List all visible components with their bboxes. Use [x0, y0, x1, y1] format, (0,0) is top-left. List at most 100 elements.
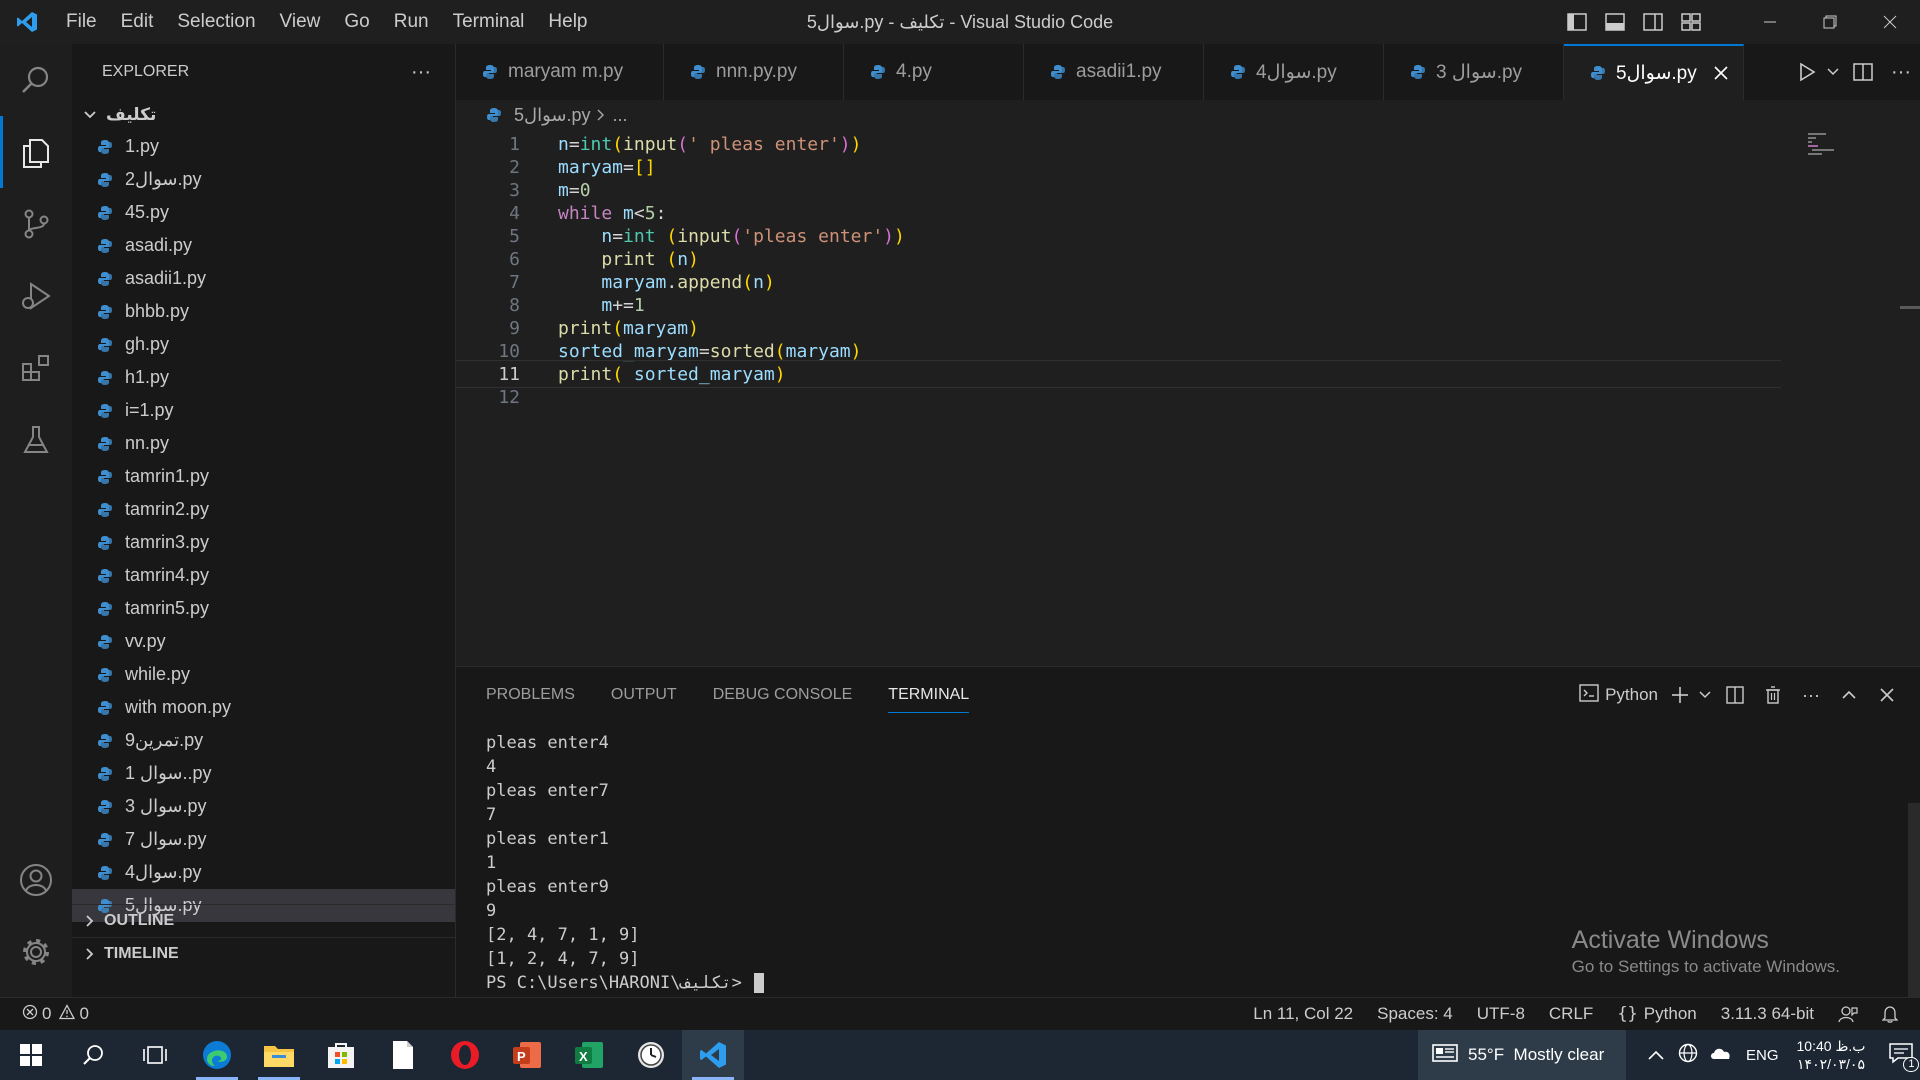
menu-file[interactable]: File	[54, 0, 109, 44]
clock[interactable]: 10:40 ب.ظ ۱۴۰۲/۰۳/۰۵	[1787, 1037, 1876, 1073]
file-item[interactable]: while.py	[72, 658, 455, 691]
file-item[interactable]: h1.py	[72, 361, 455, 394]
menu-edit[interactable]: Edit	[109, 0, 166, 44]
onedrive-network-icon[interactable]	[1710, 1045, 1732, 1065]
file-item[interactable]: asadii1.py	[72, 262, 455, 295]
customize-layout-icon[interactable]	[1672, 0, 1710, 44]
workspace-folder[interactable]: تکلیف	[72, 100, 455, 130]
more-actions-icon[interactable]: ···	[1792, 667, 1830, 723]
store-icon[interactable]	[310, 1030, 372, 1080]
minimize-icon[interactable]	[1740, 0, 1800, 44]
editor-tab[interactable]: asadii1.py	[1024, 44, 1204, 100]
menu-go[interactable]: Go	[332, 0, 381, 44]
account-icon[interactable]	[0, 844, 72, 916]
breadcrumb-file[interactable]: 5سوال.py	[514, 105, 591, 126]
split-terminal-icon[interactable]	[1716, 667, 1754, 723]
problems-status[interactable]: 0 0	[0, 998, 101, 1031]
encoding[interactable]: UTF-8	[1465, 998, 1537, 1031]
search-icon[interactable]	[0, 44, 72, 116]
breadcrumb-symbol[interactable]: ...	[613, 105, 628, 126]
vscode-icon[interactable]	[682, 1030, 744, 1080]
run-debug-icon[interactable]	[0, 260, 72, 332]
file-item[interactable]: asadi.py	[72, 229, 455, 262]
file-item[interactable]: 7 سوال.py	[72, 823, 455, 856]
editor-tab[interactable]: 4.py	[844, 44, 1024, 100]
file-item[interactable]: 1.py	[72, 130, 455, 163]
close-window-icon[interactable]	[1860, 0, 1920, 44]
menu-help[interactable]: Help	[536, 0, 599, 44]
file-item[interactable]: 4سوال.py	[72, 856, 455, 889]
file-item[interactable]: vv.py	[72, 625, 455, 658]
testing-icon[interactable]	[0, 404, 72, 476]
input-language[interactable]: ENG	[1746, 1047, 1779, 1064]
clock-app-icon[interactable]	[620, 1030, 682, 1080]
file-item[interactable]: tamrin5.py	[72, 592, 455, 625]
editor-tab[interactable]: 4سوال.py	[1204, 44, 1384, 100]
feedback-icon[interactable]	[1826, 998, 1870, 1031]
code-editor[interactable]: 1 n=int(input(' pleas enter')) 2 maryam=…	[456, 130, 1920, 666]
trash-icon[interactable]	[1754, 667, 1792, 723]
source-control-icon[interactable]	[0, 188, 72, 260]
settings-gear-icon[interactable]	[0, 916, 72, 988]
notification-center-icon[interactable]: 1	[1889, 1042, 1920, 1072]
more-actions-icon[interactable]: ···	[1882, 44, 1920, 100]
editor-tab[interactable]: maryam m.py	[456, 44, 664, 100]
file-item[interactable]: 3 سوال.py	[72, 790, 455, 823]
toggle-panel-icon[interactable]	[1596, 0, 1634, 44]
restore-icon[interactable]	[1800, 0, 1860, 44]
python-interpreter[interactable]: 3.11.3 64-bit	[1709, 998, 1826, 1031]
timeline-section[interactable]: TIMELINE	[72, 937, 456, 970]
windows-start-icon[interactable]	[0, 1030, 62, 1080]
menu-run[interactable]: Run	[382, 0, 441, 44]
terminal-shell-selector[interactable]: Python	[1579, 683, 1658, 707]
end-of-line[interactable]: CRLF	[1537, 998, 1605, 1031]
file-item[interactable]: 1 سوال..py	[72, 757, 455, 790]
toggle-primary-sidebar-icon[interactable]	[1558, 0, 1596, 44]
panel-tab-terminal[interactable]: TERMINAL	[888, 667, 969, 723]
file-item[interactable]: tamrin3.py	[72, 526, 455, 559]
menu-terminal[interactable]: Terminal	[441, 0, 537, 44]
extensions-icon[interactable]	[0, 332, 72, 404]
powerpoint-icon[interactable]: P	[496, 1030, 558, 1080]
chevron-down-icon[interactable]	[1822, 44, 1844, 100]
menu-selection[interactable]: Selection	[165, 0, 267, 44]
file-item[interactable]: tamrin1.py	[72, 460, 455, 493]
tray-overflow-chevron-icon[interactable]	[1648, 1047, 1664, 1064]
close-panel-icon[interactable]	[1868, 667, 1906, 723]
file-item[interactable]: bhbb.py	[72, 295, 455, 328]
language-mode[interactable]: {} Python	[1605, 998, 1708, 1031]
file-item[interactable]: tamrin2.py	[72, 493, 455, 526]
panel-tab-output[interactable]: OUTPUT	[611, 667, 677, 723]
file-item[interactable]: 45.py	[72, 196, 455, 229]
opera-icon[interactable]	[434, 1030, 496, 1080]
new-terminal-icon[interactable]	[1666, 667, 1694, 723]
editor-tab[interactable]: 5سوال.py	[1564, 44, 1744, 100]
panel-tab-debug-console[interactable]: DEBUG CONSOLE	[713, 667, 853, 723]
minimap[interactable]	[1808, 132, 1838, 162]
file-item[interactable]: gh.py	[72, 328, 455, 361]
bell-icon[interactable]	[1870, 998, 1920, 1031]
outline-section[interactable]: OUTLINE	[72, 904, 456, 937]
notepad-icon[interactable]	[372, 1030, 434, 1080]
file-item[interactable]: with moon.py	[72, 691, 455, 724]
globe-icon[interactable]	[1678, 1043, 1698, 1067]
search-icon[interactable]	[62, 1030, 124, 1080]
task-view-icon[interactable]	[124, 1030, 186, 1080]
terminal-output[interactable]: pleas enter4 4 pleas enter7 7 pleas enter1 1 p…	[486, 731, 764, 995]
cursor-position[interactable]: Ln 11, Col 22	[1241, 998, 1365, 1031]
editor-tab[interactable]: 3 سوال.py	[1384, 44, 1564, 100]
run-python-file-icon[interactable]	[1792, 44, 1822, 100]
terminal-scrollbar[interactable]	[1908, 803, 1920, 998]
edge-icon[interactable]	[186, 1030, 248, 1080]
close-tab-icon[interactable]	[1713, 65, 1729, 87]
panel-tab-problems[interactable]: PROBLEMS	[486, 667, 575, 723]
file-item[interactable]: nn.py	[72, 427, 455, 460]
editor-tab[interactable]: nnn.py.py	[664, 44, 844, 100]
maximize-panel-icon[interactable]	[1830, 667, 1868, 723]
weather-widget[interactable]: 55°F Mostly clear	[1418, 1030, 1626, 1080]
file-item[interactable]: 2سوال.py	[72, 163, 455, 196]
menu-view[interactable]: View	[268, 0, 333, 44]
explorer-more-icon[interactable]: ···	[411, 61, 431, 84]
file-explorer-icon[interactable]	[248, 1030, 310, 1080]
explorer-icon[interactable]	[0, 116, 72, 188]
